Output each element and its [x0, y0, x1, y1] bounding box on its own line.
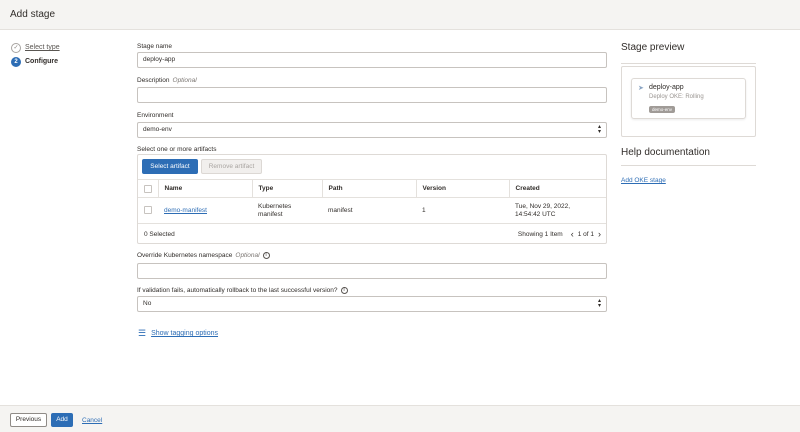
- artifacts-label: Select one or more artifacts: [137, 145, 607, 154]
- help-section: Help documentation Add OKE stage: [621, 147, 756, 184]
- step-number-icon: 2: [11, 56, 21, 67]
- add-oke-stage-link[interactable]: Add OKE stage: [621, 177, 666, 184]
- environment-label: Environment: [137, 111, 607, 120]
- column-header-type[interactable]: Type: [251, 179, 322, 198]
- artifact-created-line1: Tue, Nov 29, 2022,: [515, 202, 571, 210]
- artifact-type-cell: Kubernetes manifest: [252, 197, 322, 224]
- wizard-steps: ✓ Select type 2 Configure: [11, 41, 60, 69]
- table-footer: 0 Selected Showing 1 Item ‹ 1 of 1 ›: [138, 225, 606, 244]
- select-artifact-button[interactable]: Select artifact: [142, 159, 198, 174]
- artifacts-label-text: Select one or more artifacts: [137, 146, 217, 153]
- stage-name-input[interactable]: deploy-app: [137, 52, 607, 68]
- description-label: Description Optional: [137, 76, 607, 85]
- panel-header: Add stage: [0, 0, 800, 30]
- artifacts-panel: Select artifact Remove artifact Name Typ…: [137, 154, 607, 244]
- artifact-path-cell: manifest: [322, 197, 416, 224]
- stage-form: Stage name deploy-app Description Optiona…: [137, 42, 607, 154]
- description-label-text: Description: [137, 77, 170, 84]
- column-header-name[interactable]: Name: [157, 179, 252, 198]
- rollback-value: No: [143, 300, 152, 307]
- select-all-cell: [138, 179, 158, 198]
- preview-stage-name: deploy-app: [649, 84, 684, 91]
- namespace-field: Override Kubernetes namespace Optional i: [137, 251, 607, 279]
- pagination: Showing 1 Item ‹ 1 of 1 ›: [517, 230, 601, 239]
- stage-preview-heading: Stage preview: [621, 42, 685, 53]
- stage-preview-panel: ➤ deploy-app Deploy OKE: Rolling demo-en…: [621, 66, 756, 137]
- column-header-created[interactable]: Created: [508, 179, 606, 198]
- preview-stage-type: Deploy OKE: Rolling: [649, 94, 704, 100]
- info-icon[interactable]: i: [340, 286, 348, 294]
- selected-count: 0 Selected: [144, 231, 175, 238]
- artifact-name-cell: demo-manifest: [158, 197, 252, 224]
- artifact-name-link[interactable]: demo-manifest: [164, 207, 207, 214]
- environment-select[interactable]: demo-env ▴ ▾: [137, 122, 607, 138]
- panel-footer: Previous Add Cancel: [0, 405, 800, 432]
- table-header-row: Name Type Path Version Created: [138, 179, 606, 198]
- namespace-input[interactable]: [137, 263, 607, 279]
- stage-name-label-text: Stage name: [137, 43, 173, 50]
- namespace-label: Override Kubernetes namespace Optional i: [137, 251, 607, 260]
- step-select-type[interactable]: ✓ Select type: [11, 41, 60, 54]
- divider: [621, 63, 756, 64]
- rollback-field: If validation fails, automatically rollb…: [137, 286, 607, 312]
- help-heading: Help documentation: [621, 147, 710, 158]
- description-input[interactable]: [137, 87, 607, 103]
- check-icon: ✓: [11, 42, 21, 53]
- tagging-options[interactable]: ☰ Show tagging options: [138, 328, 218, 339]
- table-row[interactable]: demo-manifest Kubernetes manifest manifes…: [138, 197, 606, 224]
- artifact-type-line1: Kubernetes: [258, 202, 292, 210]
- previous-button[interactable]: Previous: [10, 413, 47, 427]
- select-all-checkbox[interactable]: [144, 184, 152, 193]
- preview-env-badge: demo-env: [649, 106, 676, 113]
- environment-label-text: Environment: [137, 112, 174, 119]
- send-icon: ➤: [638, 85, 644, 92]
- optional-tag: Optional: [172, 77, 197, 84]
- artifact-created-line2: 14:54:42 UTC: [515, 210, 556, 218]
- add-button[interactable]: Add: [51, 413, 73, 427]
- stage-preview-section: Stage preview: [621, 42, 756, 64]
- rollback-label-text: If validation fails, automatically rollb…: [137, 287, 338, 294]
- page-indicator: 1 of 1: [577, 230, 594, 238]
- info-icon[interactable]: i: [262, 251, 270, 259]
- environment-value: demo-env: [143, 126, 172, 133]
- optional-tag: Optional: [235, 252, 260, 259]
- cancel-link[interactable]: Cancel: [82, 417, 102, 424]
- chevron-right-icon[interactable]: ›: [598, 230, 601, 239]
- row-select-cell: [138, 197, 158, 224]
- select-arrows-icon: ▴ ▾: [597, 298, 601, 309]
- stage-name-value: deploy-app: [143, 56, 176, 63]
- rollback-label: If validation fails, automatically rollb…: [137, 286, 607, 295]
- help-links: Add OKE stage: [621, 177, 756, 184]
- rollback-select[interactable]: No ▴ ▾: [137, 296, 607, 312]
- select-arrows-icon: ▴ ▾: [597, 124, 601, 135]
- stage-name-label: Stage name: [137, 42, 607, 51]
- remove-artifact-button[interactable]: Remove artifact: [201, 159, 262, 174]
- step-configure: 2 Configure: [11, 55, 60, 68]
- row-checkbox[interactable]: [144, 206, 152, 215]
- panel-title: Add stage: [10, 9, 56, 20]
- artifact-type-line2: manifest: [258, 210, 283, 218]
- step-select-type-label[interactable]: Select type: [25, 44, 60, 51]
- column-header-path[interactable]: Path: [321, 179, 416, 198]
- artifacts-table: Name Type Path Version Created demo-mani…: [138, 179, 606, 224]
- artifact-version-cell: 1: [416, 197, 509, 224]
- stage-preview-card: ➤ deploy-app Deploy OKE: Rolling demo-en…: [631, 78, 746, 119]
- show-tagging-link[interactable]: Show tagging options: [151, 330, 218, 337]
- step-configure-label: Configure: [25, 58, 59, 65]
- chevron-left-icon[interactable]: ‹: [571, 230, 574, 239]
- showing-count: Showing 1 Item: [517, 230, 563, 238]
- artifact-created-cell: Tue, Nov 29, 2022, 14:54:42 UTC: [509, 197, 606, 224]
- divider: [621, 165, 756, 166]
- sliders-icon: ☰: [138, 328, 147, 338]
- column-header-version[interactable]: Version: [415, 179, 509, 198]
- namespace-label-text: Override Kubernetes namespace: [137, 252, 233, 259]
